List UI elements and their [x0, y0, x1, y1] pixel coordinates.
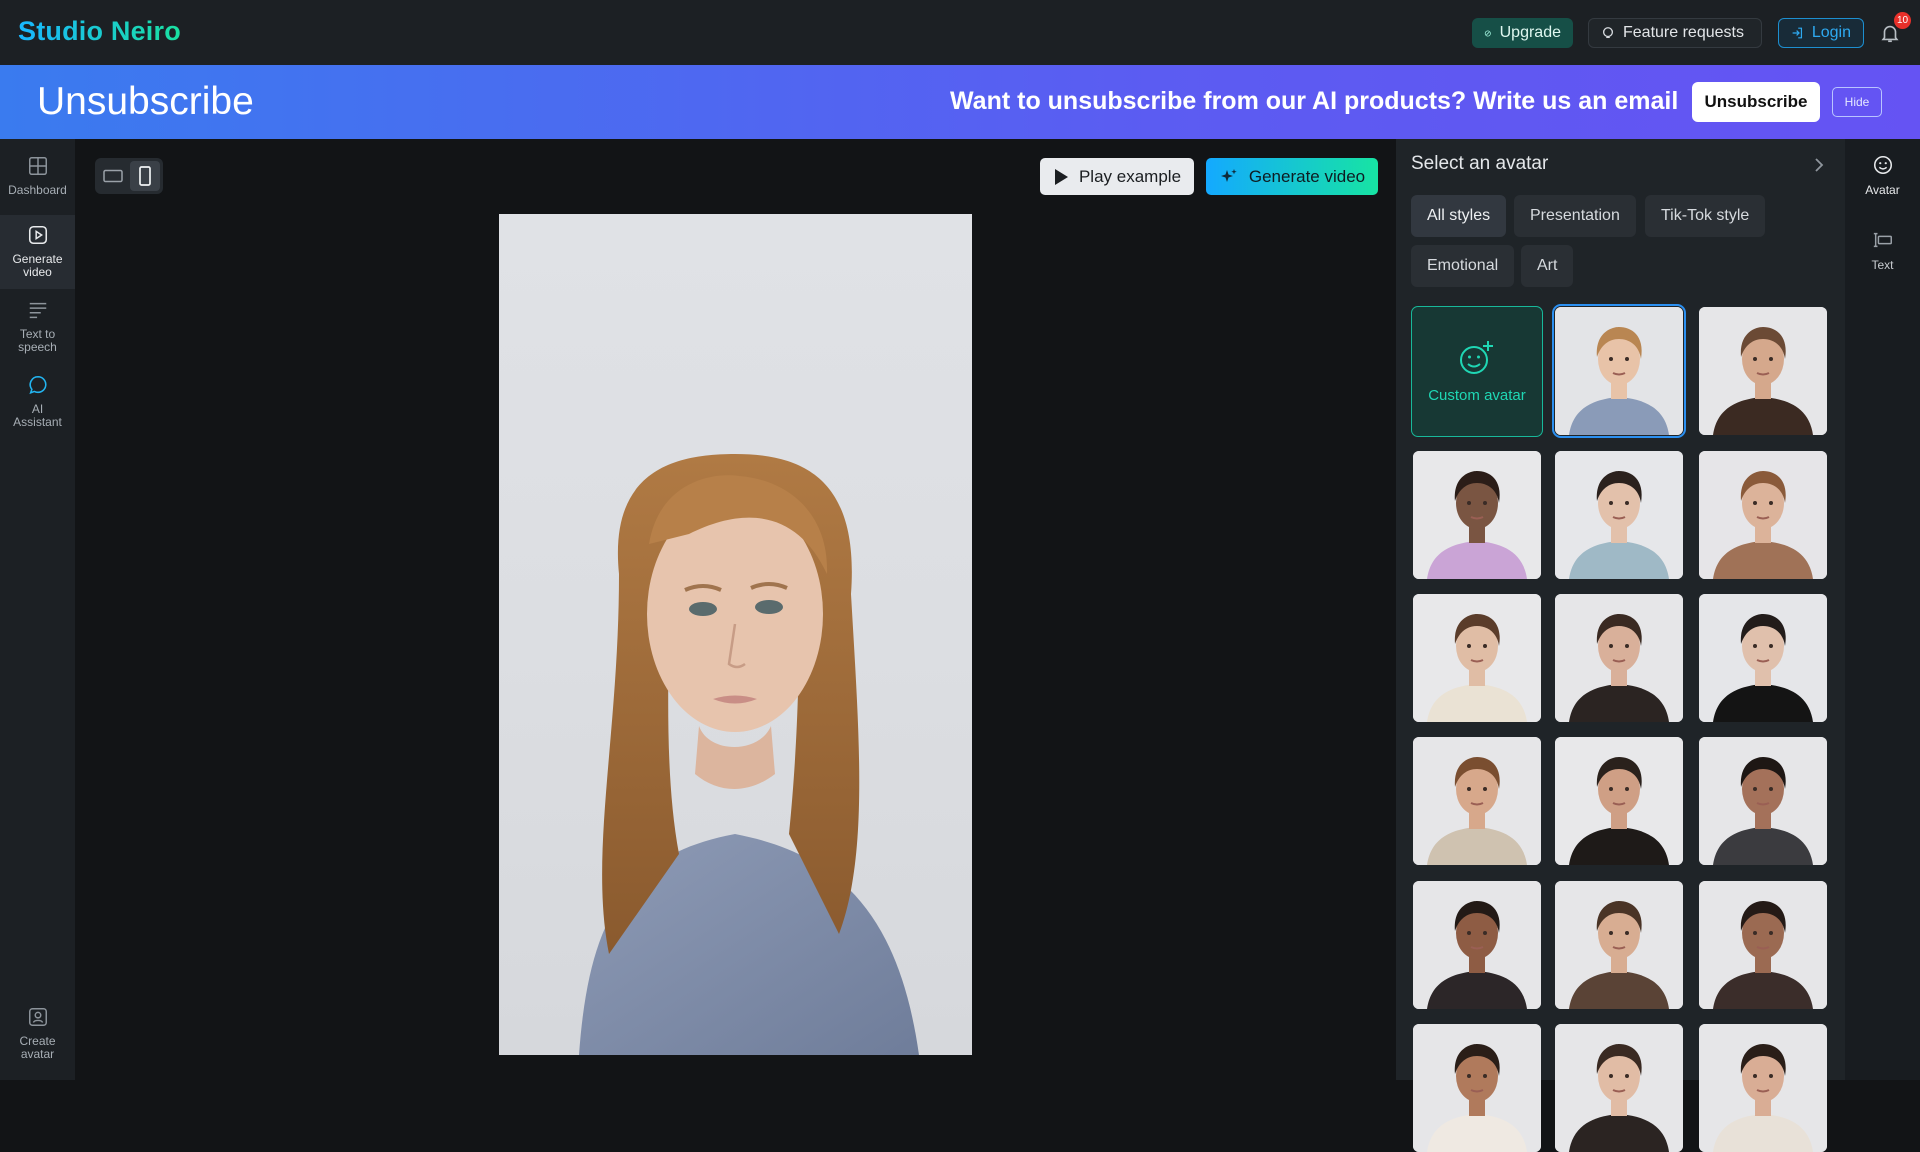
avatar-thumbnail[interactable]: [1555, 737, 1683, 865]
avatar-thumbnail[interactable]: [1555, 1024, 1683, 1152]
rail-item-avatar[interactable]: Avatar: [1845, 154, 1920, 197]
rail-item-text[interactable]: Text: [1845, 229, 1920, 272]
chevron-right-icon[interactable]: [1812, 155, 1826, 175]
avatar-thumbnail[interactable]: [1699, 451, 1827, 579]
sidebar-item-dashboard[interactable]: Dashboard: [0, 155, 75, 213]
avatar-thumbnail[interactable]: [1413, 881, 1541, 1009]
user-square-icon: [28, 1008, 47, 1026]
avatar-thumbnail[interactable]: [1413, 594, 1541, 722]
unsubscribe-button[interactable]: Unsubscribe: [1692, 82, 1820, 122]
play-example-button[interactable]: Play example: [1040, 158, 1194, 195]
avatar-thumbnail-image: [1699, 1024, 1827, 1152]
avatar-thumbnail-image: [1413, 881, 1541, 1009]
sparkles-icon: [1220, 168, 1237, 182]
sidebar-item-ai-assistant[interactable]: AI Assistant: [0, 374, 75, 440]
custom-avatar-label: Custom avatar: [1428, 387, 1526, 404]
feature-requests-button[interactable]: Feature requests: [1588, 18, 1762, 48]
avatar-thumbnail[interactable]: [1413, 737, 1541, 865]
generate-video-button[interactable]: Generate video: [1206, 158, 1378, 195]
avatar-thumbnail[interactable]: [1699, 881, 1827, 1009]
avatar-thumbnail-image: [1555, 451, 1683, 579]
avatar-thumbnail[interactable]: [1555, 451, 1683, 579]
login-label: Login: [1811, 24, 1851, 41]
custom-avatar-button[interactable]: Custom avatar: [1411, 306, 1543, 437]
avatar-thumbnail-image: [1699, 451, 1827, 579]
portrait-option[interactable]: [130, 161, 160, 191]
avatar-thumbnail-image: [1555, 594, 1683, 722]
sidebar-item-label: Text to speech: [18, 327, 57, 354]
filter-chip-tiktok-style[interactable]: Tik-Tok style: [1645, 195, 1766, 237]
grid-icon: [28, 157, 47, 175]
lightbulb-icon: [1602, 27, 1614, 39]
sidebar-item-text-to-speech[interactable]: Text to speech: [0, 299, 75, 365]
avatar-preview-image: [579, 454, 919, 1055]
hide-banner-button[interactable]: Hide: [1832, 87, 1882, 117]
avatar-thumbnail-image: [1555, 307, 1683, 435]
smile-icon: [1873, 155, 1892, 175]
right-rail: [1845, 139, 1920, 1080]
chat-bubble-icon: [28, 375, 46, 395]
sidebar-item-generate-video[interactable]: Generate video: [0, 215, 75, 289]
banner-message: Want to unsubscribe from our AI products…: [950, 87, 1679, 115]
login-button[interactable]: Login: [1778, 18, 1864, 48]
unsubscribe-banner: Unsubscribe Want to unsubscribe from our…: [0, 65, 1920, 139]
avatar-thumbnail[interactable]: [1555, 594, 1683, 722]
avatar-thumbnail-image: [1699, 737, 1827, 865]
top-bar: Studio Neiro Upgrade Feature requests Lo…: [0, 0, 1920, 65]
avatar-thumbnail[interactable]: [1699, 737, 1827, 865]
rail-item-label: Avatar: [1865, 183, 1900, 197]
avatar-preview: [499, 214, 972, 1055]
avatar-thumbnail-image: [1699, 307, 1827, 435]
upgrade-button[interactable]: Upgrade: [1472, 18, 1573, 48]
sidebar-item-label: Generate video: [12, 252, 63, 279]
play-icon: [1054, 168, 1068, 185]
add-face-icon: [1460, 341, 1493, 374]
app-logo[interactable]: Studio Neiro: [18, 16, 181, 47]
rail-item-label: Text: [1871, 258, 1894, 272]
avatar-thumbnail-image: [1413, 1024, 1541, 1152]
avatar-panel-title: Select an avatar: [1411, 153, 1549, 174]
text-cursor-icon: [1873, 232, 1892, 248]
filter-chip-presentation[interactable]: Presentation: [1514, 195, 1636, 237]
avatar-thumbnail[interactable]: [1413, 1024, 1541, 1152]
avatar-thumbnail[interactable]: [1699, 307, 1827, 435]
generate-video-label: Generate video: [1248, 166, 1366, 186]
avatar-thumbnail[interactable]: [1552, 304, 1686, 438]
avatar-thumbnail[interactable]: [1413, 451, 1541, 579]
portrait-icon: [139, 166, 151, 186]
avatar-thumbnail[interactable]: [1699, 594, 1827, 722]
banner-title: Unsubscribe: [37, 80, 254, 123]
orientation-toggle: [95, 158, 163, 194]
sidebar-item-create-avatar[interactable]: Create avatar: [0, 1006, 75, 1070]
avatar-thumbnail-image: [1555, 737, 1683, 865]
avatar-thumbnail[interactable]: [1699, 1024, 1827, 1152]
landscape-icon: [103, 169, 123, 183]
avatar-thumbnail-image: [1555, 1024, 1683, 1152]
login-icon: [1792, 27, 1803, 39]
text-lines-icon: [29, 302, 46, 319]
avatar-thumbnail[interactable]: [1555, 881, 1683, 1009]
avatar-thumbnail-image: [1555, 881, 1683, 1009]
sidebar-item-label: AI Assistant: [13, 402, 62, 429]
sidebar-item-label: Dashboard: [8, 183, 67, 197]
avatar-thumbnail-image: [1413, 451, 1541, 579]
notification-badge: 10: [1894, 12, 1912, 29]
sidebar-item-label: Create avatar: [19, 1034, 56, 1061]
filter-chip-emotional[interactable]: Emotional: [1411, 245, 1515, 287]
upgrade-label: Upgrade: [1499, 24, 1561, 41]
feature-requests-label: Feature requests: [1623, 24, 1744, 41]
filter-chip-art[interactable]: Art: [1521, 245, 1574, 287]
landscape-option[interactable]: [98, 161, 128, 191]
filter-chip-all-styles[interactable]: All styles: [1411, 195, 1507, 237]
avatar-thumbnail-image: [1699, 881, 1827, 1009]
play-example-label: Play example: [1078, 166, 1182, 186]
link-icon: [1484, 29, 1491, 37]
play-square-icon: [28, 225, 47, 245]
avatar-thumbnail-image: [1699, 594, 1827, 722]
avatar-thumbnail-image: [1413, 594, 1541, 722]
avatar-thumbnail-image: [1413, 737, 1541, 865]
